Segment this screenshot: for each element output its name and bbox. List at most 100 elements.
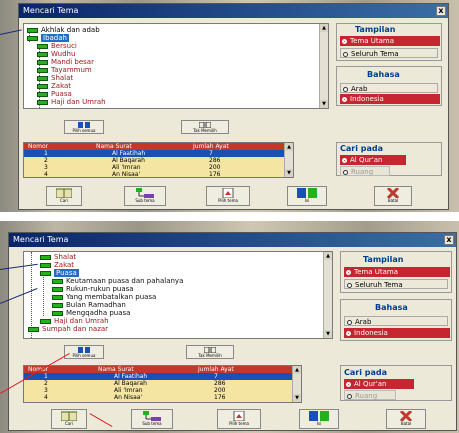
radio-dot-icon: [343, 51, 348, 57]
isi-button[interactable]: Isi: [299, 409, 339, 429]
tree-item-selected[interactable]: Puasa: [40, 269, 79, 277]
radio-indonesia[interactable]: Indonesia: [344, 328, 450, 338]
sub-tema-button[interactable]: Sub tema: [131, 409, 173, 429]
radio-dot-icon: [343, 169, 348, 175]
scroll-down-icon[interactable]: ▼: [293, 394, 301, 402]
col-header[interactable]: Nama Surat: [96, 366, 134, 373]
sub-tema-button[interactable]: Sub tema: [124, 186, 166, 206]
tree-scrollbar[interactable]: ▲ ▼: [323, 252, 332, 338]
close-button[interactable]: x: [436, 6, 446, 16]
book-search-icon: [61, 411, 77, 421]
tree-item-label: Mandi besar: [51, 58, 94, 66]
tree-item[interactable]: Bulan Ramadhan: [52, 301, 126, 309]
radio-label: Arab: [355, 318, 372, 326]
radio-al-quran[interactable]: Al Qur'an: [344, 379, 414, 389]
button-label: Tak Memilih: [193, 128, 217, 133]
cari-button[interactable]: Cari: [46, 186, 82, 206]
pilih-tema-button[interactable]: Pilih tema: [217, 409, 261, 429]
tampilan-group: Tampilan Tema Utama Seluruh Tema: [336, 23, 442, 61]
radio-tema-utama[interactable]: Tema Utama: [340, 36, 440, 46]
tree-item-label: Bulan Ramadhan: [66, 301, 126, 309]
radio-al-quran[interactable]: Al Qur'an: [340, 155, 406, 165]
tree-item-label: Yang membatalkan puasa: [66, 293, 157, 301]
pilih-tema-button[interactable]: Pilih tema: [206, 186, 250, 206]
sub-topic-icon: [143, 411, 161, 421]
radio-ruang[interactable]: Ruang: [340, 166, 390, 176]
tree-item[interactable]: Puasa: [37, 90, 72, 98]
batal-button[interactable]: Batal: [386, 409, 426, 429]
title-bar: Mencari Tema x: [9, 233, 456, 247]
scroll-down-icon[interactable]: ▼: [320, 100, 328, 108]
tree-item[interactable]: Keutamaan puasa dan pahalanya: [52, 277, 183, 285]
tak-memilih-button[interactable]: Tak Memilih: [186, 345, 234, 359]
node-icon: [40, 318, 51, 324]
topic-tree[interactable]: Shalat Zakat Puasa Keutamaan puasa dan p…: [23, 251, 333, 339]
button-label: Batal: [387, 198, 399, 203]
pilih-semua-button[interactable]: Pilih semua: [64, 120, 104, 134]
node-icon: [52, 302, 63, 308]
col-header[interactable]: Nama Surat: [94, 143, 132, 150]
radio-seluruh-tema[interactable]: Seluruh Tema: [344, 279, 448, 289]
surat-table[interactable]: Nomor Nama Surat Jumlah Ayat 1 Al Faatih…: [23, 365, 302, 403]
scroll-up-icon[interactable]: ▲: [320, 24, 328, 32]
radio-arab[interactable]: Arab: [340, 83, 438, 93]
tree-item[interactable]: Haji dan Umrah: [40, 317, 109, 325]
cari-button[interactable]: Cari: [51, 409, 87, 429]
radio-ruang[interactable]: Ruang: [344, 390, 396, 400]
radio-dot-icon: [342, 157, 347, 163]
tree-item[interactable]: Bersuci: [37, 42, 77, 50]
tree-item[interactable]: Shalat: [37, 74, 73, 82]
scroll-down-icon[interactable]: ▼: [324, 330, 332, 338]
radio-indonesia[interactable]: Indonesia: [340, 94, 440, 104]
tree-item[interactable]: Mandi besar: [37, 58, 94, 66]
tree-item[interactable]: Sumpah dan nazar: [28, 325, 108, 333]
tree-item[interactable]: Rukun-rukun puasa: [52, 285, 134, 293]
tree-item[interactable]: Zakat: [40, 261, 74, 269]
tree-item-label: Bersuci: [51, 42, 77, 50]
tree-item-label: Puasa: [51, 90, 72, 98]
node-icon: [52, 294, 63, 300]
table-cell: An Nisaa': [114, 394, 143, 401]
node-icon: [40, 254, 51, 260]
tak-memilih-button[interactable]: Tak Memilih: [181, 120, 229, 134]
tree-item[interactable]: Mengqadha puasa: [52, 309, 130, 317]
table-scrollbar[interactable]: ▲ ▼: [284, 143, 293, 177]
close-button[interactable]: x: [444, 235, 454, 245]
cancel-x-icon: [387, 188, 399, 198]
radio-label: Al Qur'an: [350, 156, 383, 164]
radio-tema-utama[interactable]: Tema Utama: [344, 267, 450, 277]
col-header[interactable]: Nomor: [26, 143, 48, 150]
tree-item[interactable]: Wudhu: [37, 50, 75, 58]
batal-button[interactable]: Batal: [374, 186, 412, 206]
tree-item[interactable]: Haji dan Umrah: [37, 98, 106, 106]
tree-scrollbar[interactable]: ▲ ▼: [319, 24, 328, 108]
tree-item[interactable]: Zakat: [37, 82, 71, 90]
radio-arab[interactable]: Arab: [344, 316, 448, 326]
radio-seluruh-tema[interactable]: Seluruh Tema: [340, 48, 438, 58]
node-icon: [37, 67, 48, 73]
tree-item[interactable]: Tayammum: [37, 66, 92, 74]
table-row-selected[interactable]: [24, 373, 292, 380]
scroll-down-icon[interactable]: ▼: [285, 169, 293, 177]
scroll-up-icon[interactable]: ▲: [324, 252, 332, 260]
tree-item-label: Rukun-rukun puasa: [66, 285, 134, 293]
col-header[interactable]: Jumlah Ayat: [191, 143, 229, 150]
radio-dot-icon: [347, 282, 352, 288]
table-row-selected[interactable]: [24, 150, 284, 157]
tree-item[interactable]: Akhlak dan adab: [27, 26, 100, 34]
screenshot-bottom: Mencari Tema x Shalat Zakat Puasa Keutam…: [0, 221, 459, 433]
pilih-semua-button[interactable]: Pilih semua: [64, 345, 104, 359]
scroll-up-icon[interactable]: ▲: [285, 143, 293, 151]
scroll-up-icon[interactable]: ▲: [293, 366, 301, 374]
topic-tree[interactable]: Akhlak dan adab Ibadah Bersuci Wudhu Man…: [23, 23, 329, 109]
tree-item[interactable]: Yang membatalkan puasa: [52, 293, 156, 301]
tree-item[interactable]: Shalat: [40, 253, 76, 261]
surat-table[interactable]: Nomor Nama Surat Jumlah Ayat 1 Al Faatih…: [23, 142, 294, 178]
table-cell: 286: [209, 157, 221, 164]
tree-item-selected[interactable]: Ibadah: [27, 34, 69, 42]
dialog-window: Mencari Tema x Akhlak dan adab Ibadah Be…: [18, 3, 449, 210]
col-header[interactable]: Jumlah Ayat: [196, 366, 234, 373]
table-scrollbar[interactable]: ▲ ▼: [292, 366, 301, 402]
node-icon: [37, 43, 48, 49]
isi-button[interactable]: Isi: [287, 186, 327, 206]
